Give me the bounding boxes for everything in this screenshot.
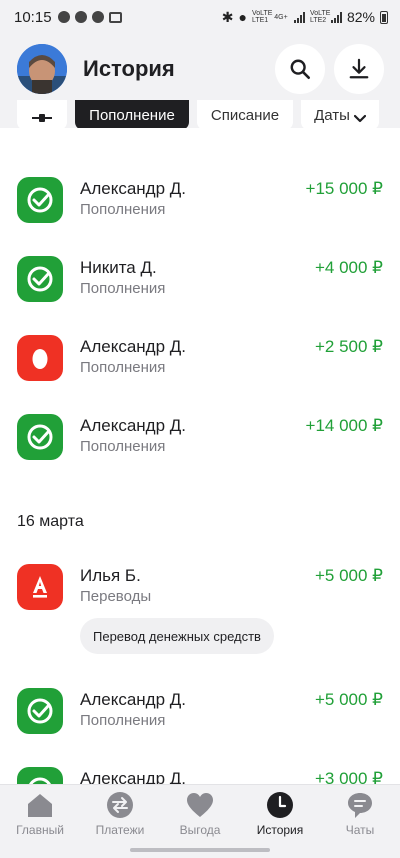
avatar[interactable] [17, 44, 67, 94]
transaction-amount: +2 500 ₽ [314, 337, 383, 356]
transaction-item[interactable]: Александр Д. Пополнения +2 500 ₽ [0, 335, 400, 399]
battery-percent: 82% [346, 9, 375, 25]
battery-icon [380, 10, 388, 24]
nav-chats-label: Чаты [345, 823, 375, 837]
app-notification-icon [91, 11, 104, 23]
network-label-1: VoLTE LTE1 [251, 10, 273, 24]
transaction-category: Пополнения [80, 712, 166, 729]
egg-logo-icon [17, 335, 63, 381]
transaction-amount: +15 000 ₽ [305, 179, 383, 198]
sliders-icon [32, 114, 52, 122]
filter-settings-chip[interactable] [17, 100, 67, 130]
transaction-name: Александр Д. [80, 690, 187, 709]
download-icon [349, 58, 369, 79]
transaction-amount: +14 000 ₽ [305, 416, 383, 435]
chip-spisanie[interactable]: Списание [197, 100, 293, 130]
chat-icon [346, 791, 374, 819]
transaction-category: Переводы [80, 588, 152, 605]
sber-logo-icon [17, 688, 63, 734]
transaction-amount: +5 000 ₽ [314, 566, 383, 585]
search-icon [290, 59, 310, 79]
nav-payments-label: Платежи [95, 823, 145, 837]
alfa-logo-icon [17, 564, 63, 610]
location-icon: ● [238, 9, 247, 25]
nav-history-label: История [256, 823, 304, 837]
nav-chats[interactable]: Чаты [320, 791, 400, 837]
bluetooth-icon: ✱ [221, 8, 234, 25]
transaction-name: Никита Д. [80, 258, 157, 277]
network-type-label: 4G+ [274, 13, 288, 21]
nav-home[interactable]: Главный [0, 791, 80, 837]
status-time: 10:15 [14, 8, 52, 26]
sber-logo-icon [17, 177, 63, 223]
nav-payments[interactable]: Платежи [80, 791, 160, 837]
transaction-item[interactable]: Никита Д. Пополнения +4 000 ₽ [0, 256, 400, 320]
notification-icons [57, 11, 122, 23]
transaction-amount: +4 000 ₽ [314, 258, 383, 277]
signal-bars-2-icon [330, 11, 342, 23]
chat-bubble-icon [74, 11, 87, 23]
nav-benefits[interactable]: Выгода [160, 791, 240, 837]
transaction-category: Пополнения [80, 201, 166, 218]
transaction-name: Александр Д. [80, 337, 187, 356]
transaction-name: Илья Б. [80, 566, 141, 585]
status-right: ✱ ● VoLTE LTE1 4G+ VoLTE LTE2 82% [222, 9, 388, 26]
nav-benefits-label: Выгода [179, 823, 221, 837]
screen-icon [108, 11, 122, 23]
transaction-category: Пополнения [80, 438, 166, 455]
transaction-item[interactable]: Александр Д. Пополнения +14 000 ₽ [0, 414, 400, 478]
network-label-2: VoLTE LTE2 [309, 10, 331, 24]
heart-icon [186, 791, 214, 819]
bottom-navigation: Главный Платежи Выгода История Чаты [0, 784, 400, 858]
chip-dates-label: Даты [314, 107, 350, 124]
sber-logo-icon [17, 256, 63, 302]
transaction-name: Александр Д. [80, 416, 187, 435]
whatsapp-icon [57, 11, 70, 23]
chip-dates[interactable]: Даты [301, 100, 379, 130]
transaction-category: Пополнения [80, 280, 166, 297]
signal-bars-icon [293, 11, 305, 23]
content-top [0, 128, 400, 132]
transaction-name: Александр Д. [80, 179, 187, 198]
search-button[interactable] [275, 44, 325, 94]
chevron-down-icon [353, 114, 366, 123]
clock-icon [266, 791, 294, 819]
transaction-item[interactable]: Александр Д. Пополнения +15 000 ₽ [0, 177, 400, 241]
nav-history[interactable]: История [240, 791, 320, 837]
transaction-amount: +5 000 ₽ [314, 690, 383, 709]
sber-logo-icon [17, 414, 63, 460]
nav-home-label: Главный [16, 823, 64, 837]
chip-popolnenie[interactable]: Пополнение [75, 100, 189, 130]
home-icon [26, 791, 54, 819]
home-indicator[interactable] [130, 848, 270, 852]
status-bar: 10:15 ✱ ● VoLTE LTE1 4G+ VoLTE LTE2 82% [0, 0, 400, 34]
transfer-icon [106, 791, 134, 819]
transaction-category: Пополнения [80, 359, 166, 376]
transaction-item[interactable]: Александр Д. Пополнения +5 000 ₽ [0, 688, 400, 752]
download-button[interactable] [334, 44, 384, 94]
page-title: История [83, 56, 175, 81]
transaction-comment: Перевод денежных средств [80, 618, 274, 654]
date-heading: 16 марта [17, 513, 84, 530]
